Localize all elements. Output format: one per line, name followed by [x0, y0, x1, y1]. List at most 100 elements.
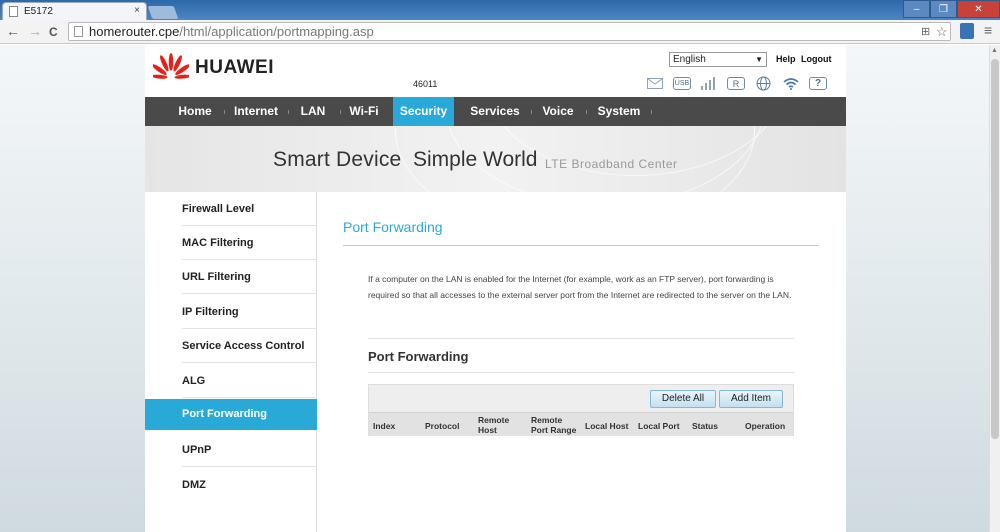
sidebar-item-label: ALG [182, 375, 206, 387]
port-forwarding-table: Delete All Add Item Index Protocol Remot… [368, 384, 794, 436]
chevron-down-icon: ▼ [755, 55, 763, 64]
vertical-scrollbar[interactable]: ▲ [989, 45, 1000, 532]
bookmark-star-icon[interactable]: ☆ [936, 24, 948, 40]
reload-button[interactable]: C [49, 25, 58, 39]
sidebar-item-mac-filtering[interactable]: MAC Filtering [145, 226, 317, 260]
main-nav: Home Internet LAN Wi-Fi Security Service… [145, 97, 846, 126]
nav-item-services[interactable]: Services [466, 97, 524, 126]
wifi-icon [781, 76, 801, 91]
sidebar-item-label: Port Forwarding [182, 408, 267, 420]
operator-code: 46011 [413, 79, 438, 89]
main-content: Port Forwarding If a computer on the LAN… [318, 192, 846, 532]
sidebar-item-label: IP Filtering [182, 306, 239, 318]
sidebar-item-dmz[interactable]: DMZ [145, 468, 317, 502]
sidebar: Firewall Level MAC Filtering URL Filteri… [145, 192, 317, 532]
logout-link[interactable]: Logout [801, 54, 832, 64]
sidebar-item-label: Service Access Control [182, 340, 305, 352]
close-window-button[interactable]: ✕ [957, 0, 1000, 18]
nav-item-security[interactable]: Security [393, 97, 454, 126]
forward-button[interactable]: → [28, 23, 42, 39]
maximize-button[interactable]: ❐ [930, 0, 957, 18]
section-divider [368, 338, 794, 339]
usb-icon: USB [673, 77, 691, 90]
sidebar-item-upnp[interactable]: UPnP [145, 433, 317, 467]
back-button[interactable]: ← [6, 23, 20, 39]
globe-icon [753, 76, 773, 91]
nav-item-voice[interactable]: Voice [537, 97, 579, 126]
huawei-logo: HUAWEI [153, 53, 274, 83]
sidebar-item-label: Firewall Level [182, 203, 255, 215]
mail-icon[interactable] [645, 76, 665, 91]
status-icons: USB R ? [645, 75, 835, 92]
url-host: homerouter.cpe [89, 24, 180, 39]
section-divider [368, 372, 794, 373]
banner-tagline: LTE Broadband Center [545, 157, 678, 171]
sidebar-item-label: UPnP [182, 444, 212, 456]
page-info-icon [74, 26, 83, 37]
nav-separator [651, 110, 652, 114]
signal-icon [699, 76, 719, 91]
nav-item-internet[interactable]: Internet [229, 97, 283, 126]
scroll-up-icon[interactable]: ▲ [991, 47, 998, 54]
nav-item-wifi[interactable]: Wi-Fi [344, 97, 384, 126]
roaming-icon: R [727, 77, 745, 90]
sidebar-item-port-forwarding[interactable]: Port Forwarding [145, 399, 317, 430]
nav-item-system[interactable]: System [593, 97, 645, 126]
menu-icon[interactable]: ≡ [984, 22, 992, 38]
language-value: English [673, 54, 706, 65]
help-icon[interactable]: ? [809, 77, 827, 90]
column-header: Protocol [425, 421, 460, 431]
language-select[interactable]: English ▼ [669, 52, 767, 67]
page-icon [9, 6, 18, 17]
tab-title: E5172 [24, 6, 53, 17]
nav-separator [586, 110, 587, 114]
column-header: Remote Port Range [531, 415, 577, 435]
new-tab-button[interactable] [147, 6, 179, 19]
sidebar-item-label: MAC Filtering [182, 237, 254, 249]
column-header: Local Host [585, 421, 629, 431]
sidebar-item-alg[interactable]: ALG [145, 364, 317, 398]
title-divider [343, 245, 819, 246]
header: HUAWEI 46011 English ▼ Help Logout USB R… [145, 45, 846, 97]
page-title: Port Forwarding [343, 219, 443, 235]
nav-separator [288, 110, 289, 114]
column-header: Remote Host [478, 415, 510, 435]
section-title: Port Forwarding [368, 349, 469, 364]
sidebar-item-label: URL Filtering [182, 271, 251, 283]
sidebar-item-firewall-level[interactable]: Firewall Level [145, 192, 317, 226]
translate-icon[interactable]: ⊞ [921, 25, 930, 38]
browser-tab[interactable]: E5172 × [2, 2, 147, 20]
banner-slogan-2: Simple World [413, 148, 538, 171]
sidebar-item-service-access-control[interactable]: Service Access Control [145, 329, 317, 363]
nav-separator [531, 110, 532, 114]
nav-separator [340, 110, 341, 114]
brand-name: HUAWEI [195, 57, 274, 78]
url-path: /html/application/portmapping.asp [179, 24, 374, 39]
delete-all-button[interactable]: Delete All [650, 390, 716, 408]
huawei-petals-icon [153, 53, 189, 79]
tab-close-icon[interactable]: × [134, 5, 140, 16]
sidebar-item-label: DMZ [182, 479, 206, 491]
address-bar[interactable]: homerouter.cpe/html/application/portmapp… [68, 22, 951, 41]
nav-item-lan[interactable]: LAN [293, 97, 333, 126]
column-header: Index [373, 421, 396, 431]
minimize-button[interactable]: – [903, 0, 930, 18]
scrollbar-thumb[interactable] [991, 59, 999, 439]
table-header: Index Protocol Remote Host Remote Port R… [369, 412, 793, 436]
nav-item-home[interactable]: Home [169, 97, 221, 126]
nav-separator [224, 110, 225, 114]
banner-slogan-1: Smart Device [273, 148, 402, 171]
window-controls: – ❐ ✕ [903, 0, 1000, 18]
column-header: Local Port [638, 421, 680, 431]
page-description: If a computer on the LAN is enabled for … [368, 274, 792, 300]
sidebar-item-url-filtering[interactable]: URL Filtering [145, 260, 317, 294]
extension-icon[interactable] [960, 23, 974, 39]
browser-titlebar: E5172 × – ❐ ✕ [0, 0, 1000, 20]
router-ui: HUAWEI 46011 English ▼ Help Logout USB R… [145, 45, 846, 532]
sidebar-item-ip-filtering[interactable]: IP Filtering [145, 295, 317, 329]
column-header: Status [692, 421, 718, 431]
banner: Smart Device Simple World LTE Broadband … [145, 126, 846, 192]
browser-toolbar: ← → C homerouter.cpe/html/application/po… [0, 20, 1000, 44]
add-item-button[interactable]: Add Item [719, 390, 783, 408]
help-link[interactable]: Help [776, 54, 796, 64]
